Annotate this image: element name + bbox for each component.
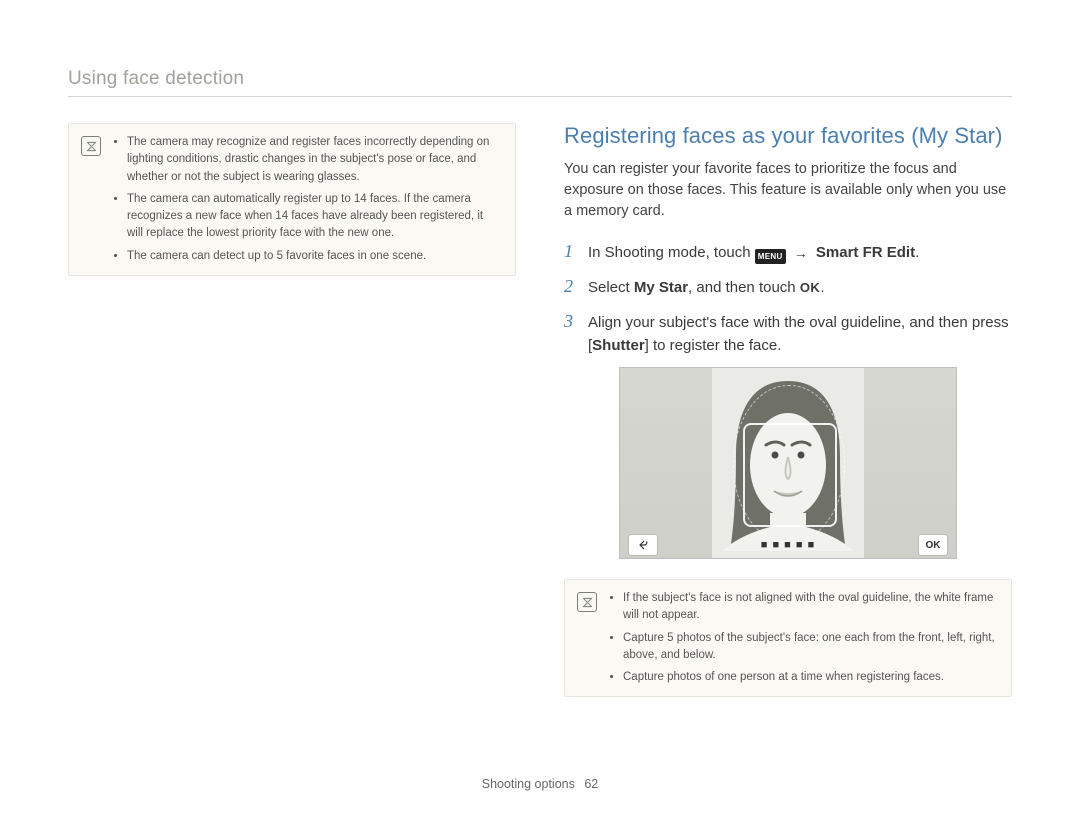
page-number: 62: [584, 777, 598, 791]
bold-text: Shutter: [592, 337, 645, 354]
step-body: Align your subject's face with the oval …: [588, 312, 1012, 357]
step-body: In Shooting mode, touch MENU → Smart FR …: [588, 242, 1012, 265]
footer-label: Shooting options: [482, 777, 575, 791]
step-number: 3: [564, 308, 578, 335]
back-button[interactable]: [628, 534, 658, 556]
text: , and then touch: [688, 279, 800, 296]
step-number: 2: [564, 273, 578, 300]
step-3: 3 Align your subject's face with the ova…: [564, 308, 1012, 357]
step-2: 2 Select My Star, and then touch OK.: [564, 273, 1012, 300]
camera-preview-illustration: ■ ■ ■ ■ ■ OK: [619, 367, 957, 559]
text: Select: [588, 279, 634, 296]
note-item: Capture 5 photos of the subject's face: …: [623, 630, 997, 665]
step-number: 1: [564, 238, 578, 265]
right-column: Registering faces as your favorites (My …: [564, 123, 1012, 697]
section-heading: Using face detection: [68, 68, 1012, 97]
step-body: Select My Star, and then touch OK.: [588, 277, 1012, 300]
text: In Shooting mode, touch: [588, 244, 755, 261]
capture-progress-dots: ■ ■ ■ ■ ■: [761, 539, 815, 551]
step-1: 1 In Shooting mode, touch MENU → Smart F…: [564, 238, 1012, 265]
menu-icon: MENU: [755, 249, 786, 264]
note-box-bottom: If the subject's face is not aligned wit…: [564, 579, 1012, 697]
note-item: The camera may recognize and register fa…: [127, 134, 501, 186]
note-item: If the subject's face is not aligned wit…: [623, 590, 997, 625]
note-item: Capture photos of one person at a time w…: [623, 669, 997, 686]
ok-button[interactable]: OK: [918, 534, 948, 556]
topic-intro: You can register your favorite faces to …: [564, 159, 1012, 222]
note-box-top: The camera may recognize and register fa…: [68, 123, 516, 276]
note-content: The camera may recognize and register fa…: [111, 134, 501, 265]
device-bottom-bar: ■ ■ ■ ■ ■ OK: [620, 532, 956, 558]
ok-icon: OK: [800, 278, 821, 298]
left-column: The camera may recognize and register fa…: [68, 123, 516, 276]
note-icon: [577, 592, 597, 612]
columns: The camera may recognize and register fa…: [68, 123, 1012, 697]
note-icon: [81, 136, 101, 156]
text: .: [915, 244, 919, 261]
white-frame: [743, 423, 837, 527]
preview-center: [712, 368, 864, 558]
bold-text: My Star: [634, 279, 688, 296]
left-bg: [620, 368, 712, 558]
topic-title: Registering faces as your favorites (My …: [564, 123, 1012, 149]
text: .: [820, 279, 824, 296]
text: ] to register the face.: [645, 337, 782, 354]
note-item: The camera can automatically register up…: [127, 191, 501, 243]
arrow-right-icon: →: [794, 243, 808, 264]
page: Using face detection The camera may reco…: [0, 0, 1080, 815]
steps-list: 1 In Shooting mode, touch MENU → Smart F…: [564, 238, 1012, 357]
face-illustration: [718, 375, 858, 551]
note-item: The camera can detect up to 5 favorite f…: [127, 248, 501, 265]
page-footer: Shooting options 62: [0, 777, 1080, 791]
note-content: If the subject's face is not aligned wit…: [607, 590, 997, 686]
back-arrow-icon: [637, 539, 649, 551]
right-bg: [864, 368, 956, 558]
bold-text: Smart FR Edit: [816, 244, 915, 261]
